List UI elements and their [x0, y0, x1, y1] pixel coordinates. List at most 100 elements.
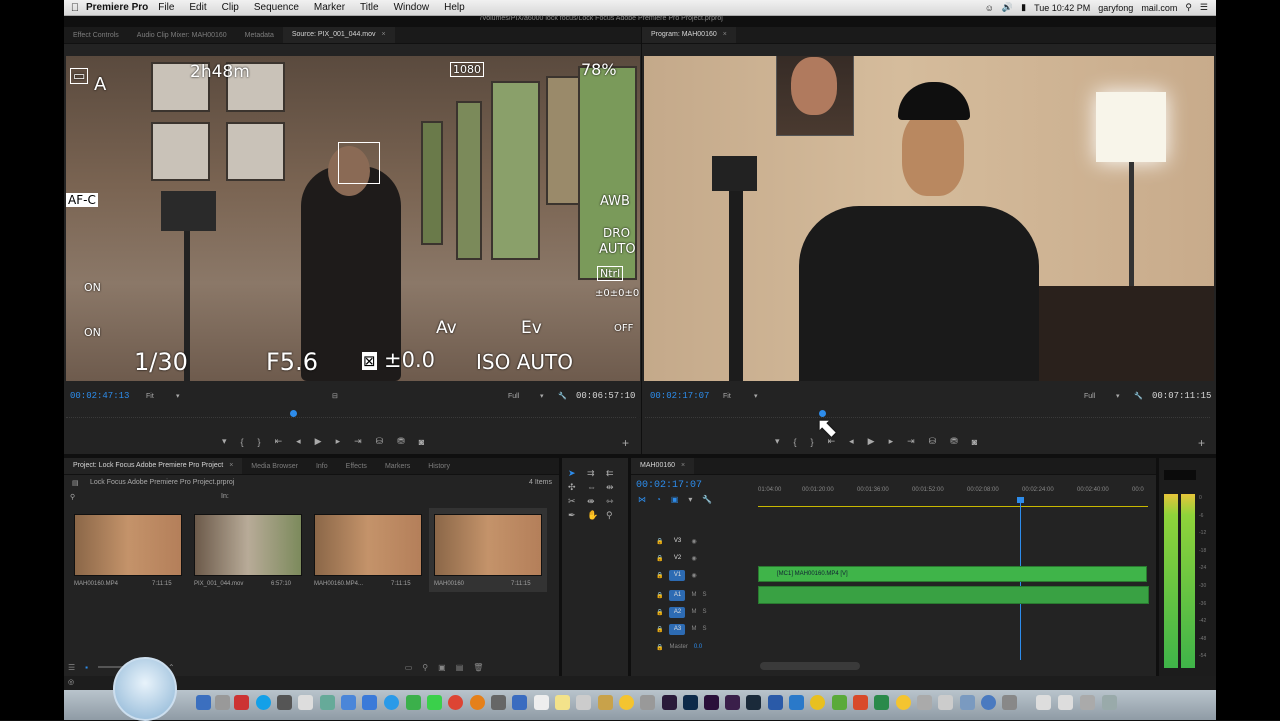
app-icon[interactable] — [917, 695, 932, 710]
tab-info[interactable]: Info — [307, 463, 337, 470]
zoom-icon[interactable]: ⚲ — [606, 510, 622, 521]
app-icon[interactable] — [725, 695, 740, 710]
program-zoom-select[interactable]: Fit — [723, 393, 731, 400]
solo-icon[interactable]: S — [702, 626, 706, 632]
track-label[interactable]: A2 — [669, 606, 686, 618]
close-tab-icon[interactable]: × — [681, 462, 685, 469]
lock-icon[interactable]: 🔒 — [656, 572, 663, 579]
wifi-icon[interactable]: ☺ — [985, 3, 994, 13]
rate-stretch-icon[interactable]: ⇹ — [606, 482, 622, 493]
mute-icon[interactable]: M — [691, 626, 696, 632]
tab-program[interactable]: Program: MAH00160 × — [642, 27, 736, 43]
app-icon[interactable] — [896, 695, 911, 710]
go-to-in-icon[interactable]: ⇤ — [275, 436, 283, 447]
document-icon[interactable] — [1058, 695, 1073, 710]
video-clip[interactable]: [MC1] MAH00160.MP4 [V] — [758, 566, 1147, 582]
track-label[interactable]: V1 — [669, 569, 686, 581]
snap-icon[interactable]: ⋈ — [638, 495, 646, 504]
add-button-icon[interactable]: + — [622, 436, 629, 450]
user-name[interactable]: garyfong — [1098, 3, 1133, 13]
work-area-bar[interactable] — [758, 506, 1148, 507]
chevron-down-icon[interactable]: ▾ — [540, 392, 544, 400]
track-label[interactable]: A1 — [669, 589, 686, 601]
eye-icon[interactable]: ◉ — [691, 538, 696, 545]
audio-clip[interactable] — [758, 586, 1149, 604]
apple-menu-icon[interactable]:  — [64, 2, 86, 14]
app-icon[interactable] — [215, 695, 230, 710]
app-icon[interactable] — [938, 695, 953, 710]
insert-icon[interactable]: ⛁ — [376, 436, 384, 447]
source-playhead[interactable] — [290, 410, 297, 417]
eye-icon[interactable]: ◉ — [691, 555, 696, 562]
lock-icon[interactable]: 🔒 — [656, 626, 663, 633]
app-icon[interactable] — [341, 695, 356, 710]
razor-icon[interactable]: ✂ — [568, 496, 584, 507]
lock-icon[interactable]: 🔒 — [656, 609, 663, 616]
lock-icon[interactable]: 🔒 — [656, 538, 663, 545]
add-button-icon[interactable]: + — [1198, 436, 1205, 450]
new-item-icon[interactable]: ▤ — [456, 663, 464, 672]
mark-out-icon[interactable]: } — [811, 437, 814, 447]
icon-view-icon[interactable]: ▪ — [85, 663, 88, 672]
mute-icon[interactable]: M — [691, 592, 696, 598]
app-icon[interactable] — [832, 695, 847, 710]
lightroom-icon[interactable] — [746, 695, 761, 710]
menu-clip[interactable]: Clip — [222, 2, 239, 13]
chevron-down-icon[interactable]: ▾ — [176, 392, 180, 400]
export-frame-icon[interactable]: ◙ — [419, 437, 424, 447]
hand-icon[interactable]: ✋ — [587, 510, 603, 521]
tab-sequence[interactable]: MAH00160 × — [631, 458, 695, 474]
lock-icon[interactable]: 🔒 — [656, 644, 663, 651]
notification-icon[interactable]: ☰ — [1200, 2, 1208, 13]
clip-thumbnail[interactable] — [434, 514, 542, 576]
find-icon[interactable]: ⚲ — [422, 663, 428, 672]
clip-thumbnail[interactable] — [74, 514, 182, 576]
excel-icon[interactable] — [874, 695, 889, 710]
track-select-icon[interactable]: ⇉ — [587, 468, 603, 479]
source-scrubber[interactable] — [66, 410, 636, 426]
selection-tool-icon[interactable]: ➤ — [568, 468, 584, 479]
close-tab-icon[interactable]: × — [229, 462, 233, 469]
powerpoint-icon[interactable] — [853, 695, 868, 710]
menu-sequence[interactable]: Sequence — [254, 2, 299, 13]
timeline-ruler[interactable]: 01:04:00 00:01:20:00 00:01:36:00 00:01:5… — [758, 487, 1148, 497]
app-icon[interactable] — [598, 695, 613, 710]
messages-icon[interactable] — [406, 695, 421, 710]
mark-in-icon[interactable]: { — [241, 437, 244, 447]
close-tab-icon[interactable]: × — [723, 31, 727, 38]
mute-icon[interactable]: M — [691, 609, 696, 615]
finder-icon[interactable] — [196, 695, 211, 710]
menu-title[interactable]: Title — [360, 2, 379, 13]
document-icon[interactable] — [1036, 695, 1051, 710]
wrench-icon[interactable]: 🔧 — [558, 392, 567, 400]
app-icon[interactable] — [960, 695, 975, 710]
step-forward-icon[interactable]: ▸ — [889, 436, 894, 447]
source-zoom-select[interactable]: Fit — [146, 393, 154, 400]
app-icon[interactable] — [640, 695, 655, 710]
app-icon[interactable] — [491, 695, 506, 710]
mark-in-icon[interactable]: { — [794, 437, 797, 447]
marker-icon[interactable]: ▾ — [222, 436, 227, 447]
wrench-icon[interactable]: 🔧 — [1134, 392, 1143, 400]
app-icon[interactable] — [320, 695, 335, 710]
go-to-in-icon[interactable]: ⇤ — [828, 436, 836, 447]
master-volume[interactable]: 0.0 — [694, 644, 702, 650]
menu-file[interactable]: File — [158, 2, 174, 13]
tab-history[interactable]: History — [419, 463, 459, 470]
step-back-icon[interactable]: ◂ — [849, 436, 854, 447]
timeline-scrollbar[interactable] — [760, 662, 860, 670]
rolling-edit-icon[interactable]: ⇔ — [587, 482, 603, 493]
trash-icon[interactable]: 🗑 — [473, 663, 483, 672]
menu-edit[interactable]: Edit — [189, 2, 206, 13]
clock[interactable]: Tue 10:42 PM — [1034, 3, 1090, 13]
ripple-edit-icon[interactable]: ✣ — [568, 482, 584, 493]
program-playhead-timecode[interactable]: 00:02:17:07 — [650, 391, 709, 401]
app-menu[interactable]: Premiere Pro — [86, 2, 148, 13]
notes-icon[interactable] — [555, 695, 570, 710]
step-back-icon[interactable]: ◂ — [296, 436, 301, 447]
marker-icon[interactable]: ▾ — [775, 436, 780, 447]
timeline-playhead-handle[interactable] — [1017, 497, 1024, 503]
tab-metadata[interactable]: Metadata — [236, 32, 283, 39]
tab-effects[interactable]: Effects — [337, 463, 376, 470]
chrome-icon[interactable] — [448, 695, 463, 710]
